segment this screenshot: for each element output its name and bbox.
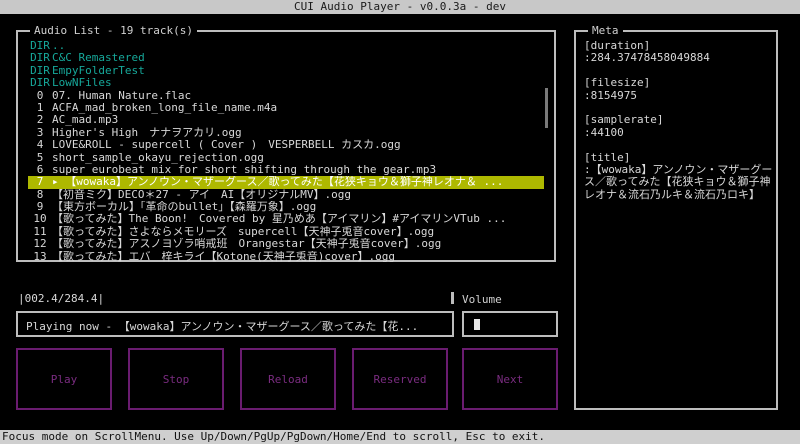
track-item[interactable]: 3 Higher's High ナナヲアカリ.ogg xyxy=(28,127,544,139)
filesize-label: [filesize] xyxy=(584,76,651,90)
track-index: 4 xyxy=(36,139,44,152)
window-title: CUI Audio Player - v0.0.3a - dev xyxy=(0,0,800,14)
track-name: super eurobeat mix for short shifting th… xyxy=(52,163,437,176)
volume-cursor xyxy=(474,319,480,330)
stop-button[interactable]: Stop xyxy=(128,348,224,410)
duration-value: :284.37478458049884 xyxy=(584,51,710,65)
track-index: 7 xyxy=(36,176,44,189)
track-index: DIR xyxy=(30,77,50,90)
track-name: LOVE&ROLL - supercell ( Cover ) VESPERBE… xyxy=(52,139,401,152)
track-name: EmpyFolderTest xyxy=(52,64,145,77)
track-item[interactable]: 8 【初音ミク】DECO＊27 - アイ AI【オリジナルMV】.ogg xyxy=(28,189,544,201)
meta-body: [duration] :284.37478458049884 [filesize… xyxy=(584,39,774,201)
track-item[interactable]: 11 【歌ってみた】さよならメモリーズ supercell【天神子兎音cover】… xyxy=(28,226,544,238)
audio-list-title: Audio List - 19 track(s) xyxy=(30,24,197,38)
progress-end-marker xyxy=(451,292,454,304)
volume-label: Volume xyxy=(462,293,502,306)
track-name: 【歌ってみた】The Boon! Covered by 星乃めあ【アイマリン】#… xyxy=(52,213,507,226)
samplerate-label: [samplerate] xyxy=(584,113,664,127)
progress-bar[interactable]: |002.4/284.4| xyxy=(16,292,454,306)
track-index: 5 xyxy=(36,151,44,164)
reserved-button[interactable]: Reserved xyxy=(352,348,448,410)
reload-button[interactable]: Reload xyxy=(240,348,336,410)
track-index: 9 xyxy=(36,201,44,214)
track-index: 10 xyxy=(33,213,47,226)
track-item[interactable]: 9 【東方ボーカル】「革命のbullet」【森羅万象】.ogg xyxy=(28,201,544,213)
track-item[interactable]: 13 【歌ってみた】エバ 梓キライ【Kotone(天神子兎音)cover】.ogg xyxy=(28,251,544,263)
track-item[interactable]: 2 AC_mad.mp3 xyxy=(28,114,544,126)
title-value: :【wowaka】アンノウン・マザーグース／歌ってみた【花狭キョウ＆獅子神レオナ… xyxy=(584,163,773,201)
volume-input[interactable] xyxy=(462,311,558,337)
directory-item[interactable]: DIR C&C Remastered xyxy=(28,52,544,64)
track-index: 0 xyxy=(36,89,44,102)
track-item[interactable]: 0 07. Human Nature.flac xyxy=(28,90,544,102)
track-index: 3 xyxy=(36,126,44,139)
audio-list-panel[interactable]: Audio List - 19 track(s) DIR.. DIR C&C Rem… xyxy=(16,24,556,263)
meta-title: Meta xyxy=(588,24,623,38)
track-item[interactable]: 5 short_sample_okayu_rejection.ogg xyxy=(28,152,544,164)
track-item[interactable]: 7 ▸ 【wowaka】アンノウン・マザーグース／歌ってみた【花狭キョウ＆獅子神レ… xyxy=(28,176,544,189)
samplerate-value: :44100 xyxy=(584,125,624,139)
track-name: C&C Remastered xyxy=(52,52,145,65)
track-name: short_sample_okayu_rejection.ogg xyxy=(52,151,264,164)
track-index: 11 xyxy=(33,225,47,238)
track-name: 07. Human Nature.flac xyxy=(52,89,192,102)
filesize-value: :8154975 xyxy=(584,88,637,102)
track-item[interactable]: 1 ACFA_mad_broken_long_file_name.m4a xyxy=(28,102,544,114)
track-name: ▸ 【wowaka】アンノウン・マザーグース／歌ってみた【花狭キョウ＆獅子神レオ… xyxy=(52,176,504,189)
track-name: .. xyxy=(52,40,66,52)
now-playing-text: Playing now - 【wowaka】アンノウン・マザーグース／歌ってみた… xyxy=(26,320,419,333)
track-index: 2 xyxy=(36,114,44,127)
track-index: 13 xyxy=(33,250,47,263)
next-button[interactable]: Next xyxy=(462,348,558,410)
track-item[interactable]: 12 【歌ってみた】アスノヨゾラ哨戒班 Orangestar【天神子兎音cover… xyxy=(28,238,544,250)
track-index: DIR xyxy=(30,52,50,65)
progress-text: |002.4/284.4| xyxy=(18,292,105,305)
track-name: 【歌ってみた】さよならメモリーズ supercell【天神子兎音cover】.o… xyxy=(52,225,435,238)
meta-panel: Meta [duration] :284.37478458049884 [fil… xyxy=(574,24,778,410)
track-item[interactable]: 4 LOVE&ROLL - supercell ( Cover ) VESPERB… xyxy=(28,139,544,151)
scrollbar-thumb[interactable] xyxy=(545,88,548,128)
track-name: ACFA_mad_broken_long_file_name.m4a xyxy=(52,101,278,114)
status-bar: Focus mode on ScrollMenu. Use Up/Down/Pg… xyxy=(0,430,800,444)
track-index: 12 xyxy=(33,238,47,251)
now-playing-box: Playing now - 【wowaka】アンノウン・マザーグース／歌ってみた… xyxy=(16,311,454,337)
track-name: 【歌ってみた】エバ 梓キライ【Kotone(天神子兎音)cover】.ogg xyxy=(52,250,396,263)
play-button[interactable]: Play xyxy=(16,348,112,410)
track-index: 6 xyxy=(36,163,44,176)
track-index: 8 xyxy=(36,188,44,201)
track-index: DIR xyxy=(30,64,50,77)
track-list[interactable]: DIR.. DIR C&C Remastered DIR EmpyFolderTest D… xyxy=(28,40,544,263)
track-name: 【歌ってみた】アスノヨゾラ哨戒班 Orangestar【天神子兎音cover】.… xyxy=(52,238,442,251)
directory-item[interactable]: DIR LowNFiles xyxy=(28,77,544,89)
track-item[interactable]: 10 【歌ってみた】The Boon! Covered by 星乃めあ【アイマリン… xyxy=(28,213,544,225)
track-item[interactable]: 6 super eurobeat mix for short shifting t… xyxy=(28,164,544,176)
directory-item[interactable]: DIR.. xyxy=(28,40,544,52)
track-name: Higher's High ナナヲアカリ.ogg xyxy=(52,126,242,139)
track-name: LowNFiles xyxy=(52,77,112,90)
track-name: 【初音ミク】DECO＊27 - アイ AI【オリジナルMV】.ogg xyxy=(52,188,352,201)
track-index: 1 xyxy=(36,101,44,114)
track-index: DIR xyxy=(30,40,50,52)
track-name: AC_mad.mp3 xyxy=(52,114,119,127)
track-name: 【東方ボーカル】「革命のbullet」【森羅万象】.ogg xyxy=(52,201,317,214)
directory-item[interactable]: DIR EmpyFolderTest xyxy=(28,65,544,77)
